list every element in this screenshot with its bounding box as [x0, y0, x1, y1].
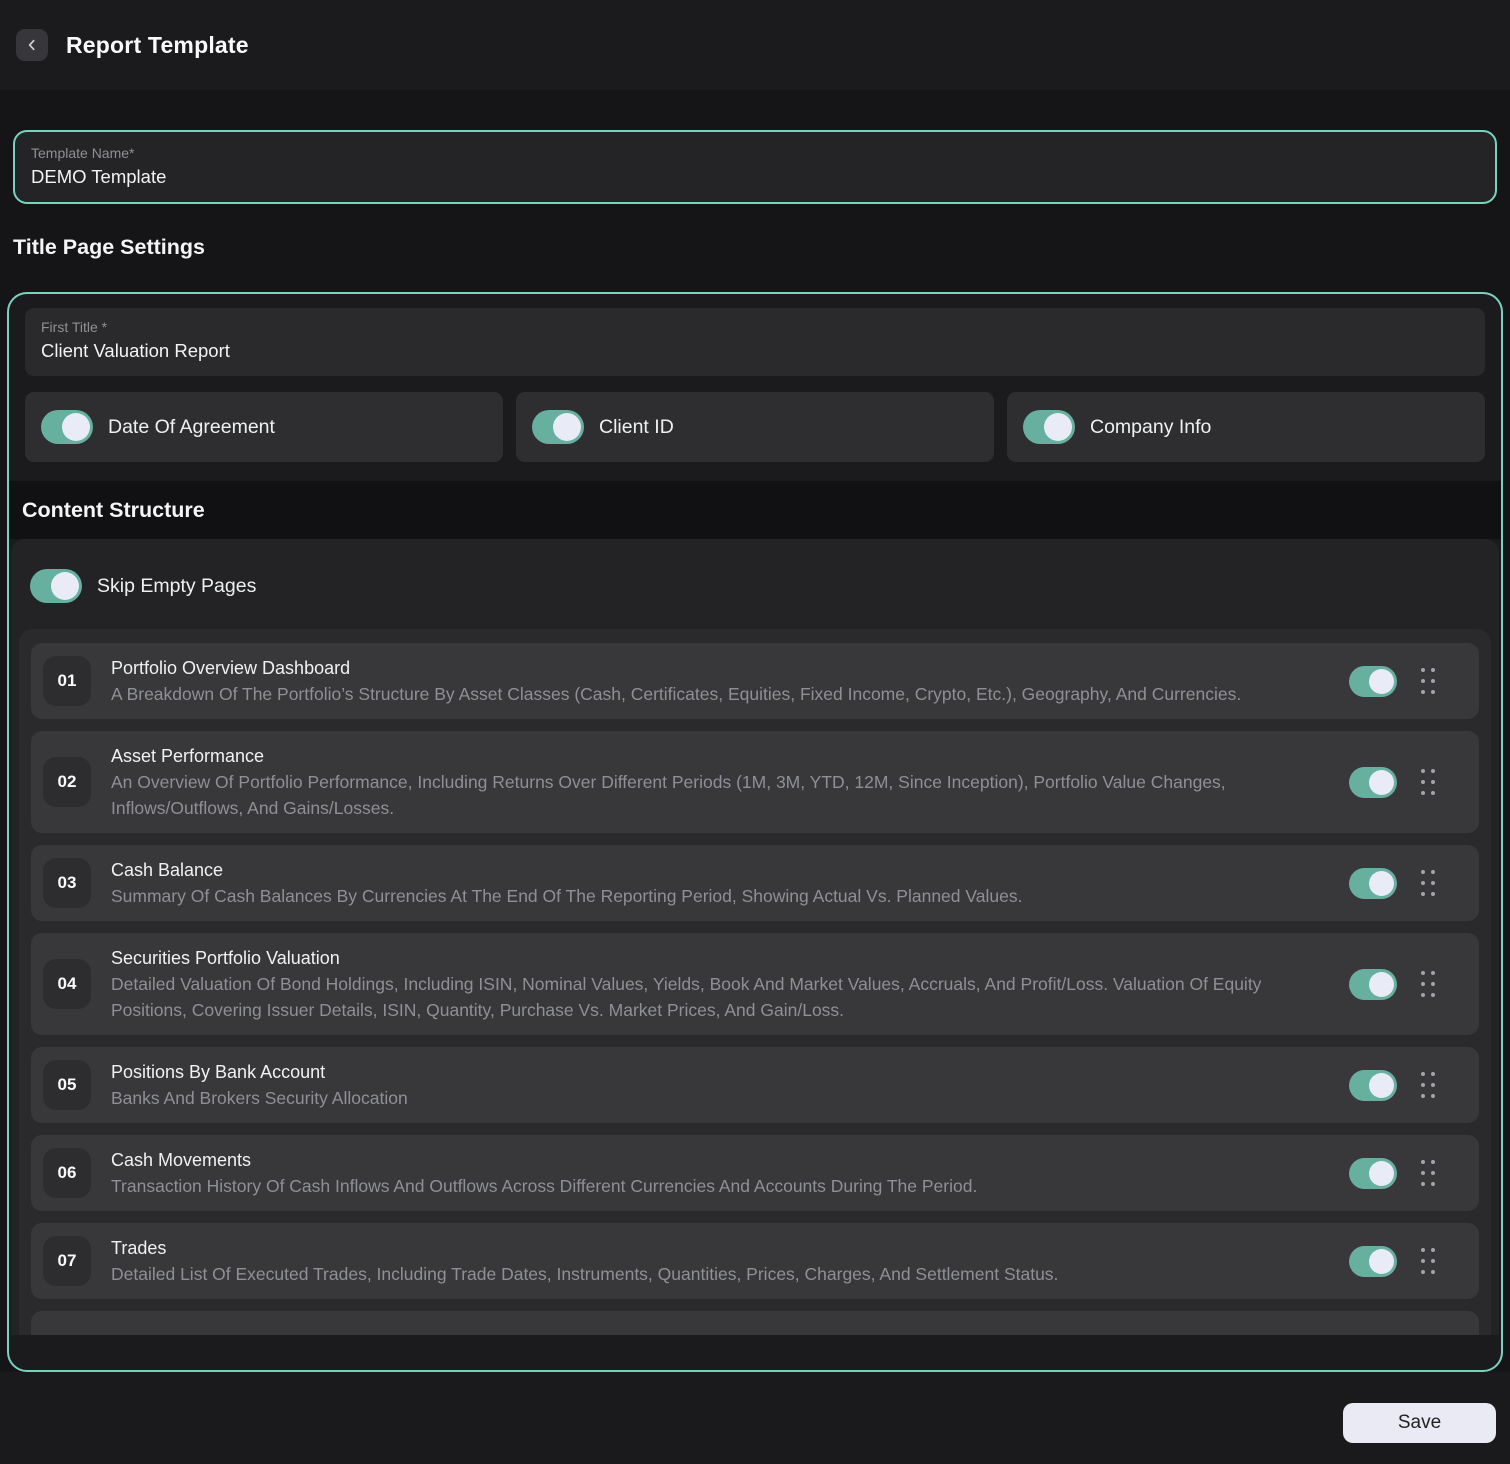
content-item-row: 01 Portfolio Overview Dashboard A Breakd… — [31, 643, 1479, 719]
toggle-card-label: Date Of Agreement — [108, 416, 275, 439]
back-button[interactable] — [16, 29, 48, 61]
toggle-knob — [1369, 1161, 1394, 1186]
content-structure-band: Content Structure — [9, 481, 1501, 539]
item-description: Transaction History Of Cash Inflows And … — [111, 1173, 1329, 1199]
item-title: Cash Balance — [111, 857, 1329, 883]
item-toggle[interactable] — [1349, 1158, 1397, 1189]
item-title: Cash Movements — [111, 1147, 1329, 1173]
template-name-field[interactable]: Template Name* DEMO Template — [13, 130, 1497, 204]
chevron-left-icon — [24, 37, 40, 53]
item-title: Asset Performance — [111, 743, 1329, 769]
toggle-switch[interactable] — [41, 410, 93, 444]
item-description: A Breakdown Of The Portfolio’s Structure… — [111, 681, 1329, 707]
item-description: Detailed List Of Executed Trades, Includ… — [111, 1261, 1329, 1287]
drag-handle-icon[interactable] — [1417, 967, 1439, 1001]
drag-handle-icon[interactable] — [1417, 866, 1439, 900]
content-item-row: 05 Positions By Bank Account Banks And B… — [31, 1047, 1479, 1123]
item-toggle[interactable] — [1349, 868, 1397, 899]
first-title-value: Client Valuation Report — [41, 339, 1469, 363]
item-number-badge: 07 — [43, 1236, 91, 1286]
content-item-row: 03 Cash Balance Summary Of Cash Balances… — [31, 845, 1479, 921]
content-item-row: 06 Cash Movements Transaction History Of… — [31, 1135, 1479, 1211]
toggle-card-label: Client ID — [599, 416, 674, 439]
content-structure-panel: Skip Empty Pages 01 Portfolio Overview D… — [11, 539, 1499, 1335]
item-description: An Overview Of Portfolio Performance, In… — [111, 769, 1329, 821]
toggle-knob — [1044, 413, 1072, 441]
content-items-list: 01 Portfolio Overview Dashboard A Breakd… — [19, 629, 1491, 1335]
drag-handle-icon[interactable] — [1417, 765, 1439, 799]
item-toggle[interactable] — [1349, 1070, 1397, 1101]
toggle-card-label: Company Info — [1090, 416, 1211, 439]
toggle-card-client-id[interactable]: Client ID — [516, 392, 994, 462]
item-description: Summary Of Cash Balances By Currencies A… — [111, 883, 1329, 909]
content-item-row: 04 Securities Portfolio Valuation Detail… — [31, 933, 1479, 1035]
item-toggle[interactable] — [1349, 666, 1397, 697]
content-item-row: 02 Asset Performance An Overview Of Port… — [31, 731, 1479, 833]
toggle-knob — [1369, 669, 1394, 694]
item-number-badge: 04 — [43, 959, 91, 1009]
item-text: Securities Portfolio Valuation Detailed … — [111, 945, 1329, 1023]
item-title: Portfolio Overview Dashboard — [111, 655, 1329, 681]
item-number-badge: 06 — [43, 1148, 91, 1198]
title-page-toggle-row: Date Of Agreement Client ID Company Info — [25, 392, 1485, 462]
toggle-knob — [553, 413, 581, 441]
header: Report Template — [0, 0, 1510, 90]
item-toggle[interactable] — [1349, 767, 1397, 798]
toggle-knob — [1369, 1073, 1394, 1098]
item-text: Cash Movements Transaction History Of Ca… — [111, 1147, 1329, 1199]
item-title: Securities Portfolio Valuation — [111, 945, 1329, 971]
item-text: Trades Detailed List Of Executed Trades,… — [111, 1235, 1329, 1287]
content-item-row: 07 Trades Detailed List Of Executed Trad… — [31, 1223, 1479, 1299]
item-description: Banks And Brokers Security Allocation — [111, 1085, 1329, 1111]
item-number-badge: 01 — [43, 656, 91, 706]
item-text: Positions By Bank Account Banks And Brok… — [111, 1059, 1329, 1111]
page-title: Report Template — [66, 32, 249, 59]
item-text: Asset Performance An Overview Of Portfol… — [111, 743, 1329, 821]
skip-empty-pages-row[interactable]: Skip Empty Pages — [11, 569, 1499, 629]
item-title: Positions By Bank Account — [111, 1059, 1329, 1085]
drag-handle-icon[interactable] — [1417, 664, 1439, 698]
drag-handle-icon[interactable] — [1417, 1156, 1439, 1190]
item-toggle[interactable] — [1349, 1246, 1397, 1277]
toggle-knob — [1369, 871, 1394, 896]
toggle-switch[interactable] — [532, 410, 584, 444]
toggle-knob — [62, 413, 90, 441]
item-toggle[interactable] — [1349, 969, 1397, 1000]
toggle-knob — [1369, 972, 1394, 997]
first-title-field[interactable]: First Title * Client Valuation Report — [25, 308, 1485, 376]
item-number-badge: 05 — [43, 1060, 91, 1110]
content-structure-heading: Content Structure — [22, 497, 1488, 523]
template-name-label: Template Name* — [31, 144, 1479, 162]
item-description: Detailed Valuation Of Bond Holdings, Inc… — [111, 971, 1329, 1023]
save-button[interactable]: Save — [1343, 1403, 1496, 1443]
toggle-card-company-info[interactable]: Company Info — [1007, 392, 1485, 462]
title-page-settings-heading: Title Page Settings — [13, 234, 1497, 260]
first-title-label: First Title * — [41, 318, 1469, 336]
skip-empty-pages-toggle[interactable] — [30, 569, 82, 603]
toggle-switch[interactable] — [1023, 410, 1075, 444]
toggle-knob — [1369, 770, 1394, 795]
item-title: Trades — [111, 1235, 1329, 1261]
footer-bar: Save — [0, 1372, 1510, 1464]
template-name-value: DEMO Template — [31, 165, 1479, 189]
drag-handle-icon[interactable] — [1417, 1244, 1439, 1278]
toggle-knob — [1369, 1249, 1394, 1274]
toggle-knob — [51, 572, 79, 600]
item-number-badge: 03 — [43, 858, 91, 908]
item-text: Cash Balance Summary Of Cash Balances By… — [111, 857, 1329, 909]
content-item-row-partial — [31, 1311, 1479, 1335]
item-number-badge: 02 — [43, 757, 91, 807]
item-text: Portfolio Overview Dashboard A Breakdown… — [111, 655, 1329, 707]
settings-box: First Title * Client Valuation Report Da… — [7, 292, 1503, 1372]
toggle-card-date-of-agreement[interactable]: Date Of Agreement — [25, 392, 503, 462]
drag-handle-icon[interactable] — [1417, 1068, 1439, 1102]
skip-empty-pages-label: Skip Empty Pages — [97, 575, 256, 598]
